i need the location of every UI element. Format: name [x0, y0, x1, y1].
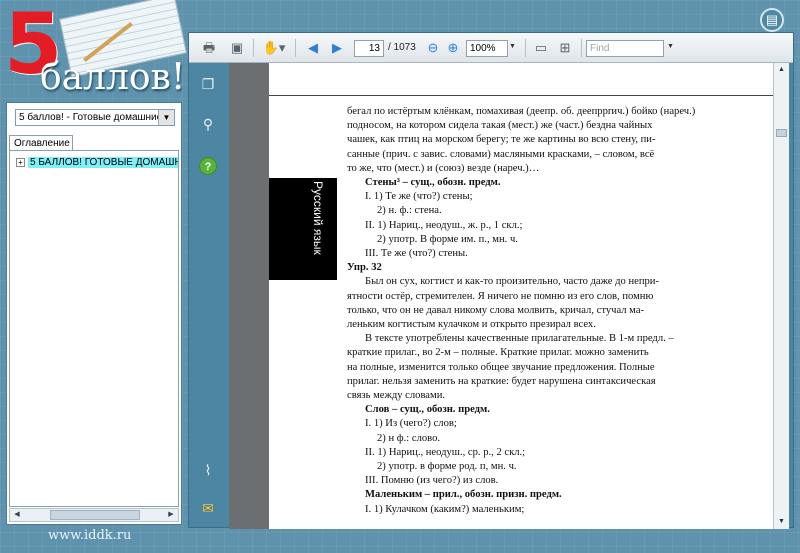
text-line: Упр. 32 [347, 262, 382, 274]
text-line: Слов – сущ., обозн. предм. [365, 404, 490, 416]
contents-tree: +5 БАЛЛОВ! ГОТОВЫЕ ДОМАШНИЕ З [9, 150, 179, 507]
binoculars-icon[interactable]: ⚲ [199, 115, 217, 133]
pages-icon[interactable]: ❐ [199, 75, 217, 93]
scroll-thumb[interactable] [50, 510, 140, 520]
page-divider [269, 95, 773, 96]
scroll-up-icon[interactable]: ▲ [774, 63, 789, 77]
tree-item-label[interactable]: 5 БАЛЛОВ! ГОТОВЫЕ ДОМАШНИЕ З [28, 157, 178, 168]
text-line: Был он сух, когтист и как-то произительн… [365, 276, 660, 288]
scroll-left-icon[interactable]: ◀ [10, 509, 24, 521]
text-line: 2) употр. в форме род. п, мн. ч. [377, 461, 517, 473]
scroll-thumb[interactable] [776, 129, 787, 137]
side-toolbar: ❐ ⚲ ? ⌇ ✉ [189, 63, 227, 529]
text-line: бегал по истёртым клёнкам, помахивая (де… [347, 106, 696, 117]
page-total: / 1073 [388, 42, 416, 53]
text-line: III. Помню (из чего?) из слов. [365, 475, 499, 487]
text-line: I. 1) Те же (что?) стены; [365, 191, 473, 203]
comments-icon[interactable]: ✉ [199, 499, 217, 517]
tab-contents[interactable]: Оглавление [9, 135, 73, 151]
logo: 5 баллов! [0, 0, 190, 100]
text-line: только, что он не давал никому слова мол… [347, 304, 645, 316]
text-line: 2) н. ф.: стена. [377, 205, 442, 217]
text-line: связь между словами. [347, 390, 446, 402]
printer-icon[interactable]: 🖶 [199, 39, 219, 57]
text-line: 2) употр. В форме им. п., мн. ч. [377, 233, 518, 245]
text-line: В тексте употреблены качественные прилаг… [365, 333, 674, 345]
zoom-out-icon[interactable]: ⊖ [423, 39, 443, 57]
fit-page-icon[interactable]: ⊞ [555, 39, 575, 57]
toolbar-divider [253, 39, 254, 57]
page-number-input[interactable]: 13 [354, 40, 384, 57]
text-line: чашек, как птиц на морском берегу; те же… [347, 134, 656, 146]
site-link[interactable]: www.iddk.ru [48, 528, 131, 543]
expand-icon[interactable]: + [16, 157, 25, 167]
text-line: краткие прилаг., во 2-м – полные. Кратки… [347, 347, 649, 359]
reader-toolbar: 🖶 ▣ ✋▾ ◀ ▶ 13 / 1073 ⊖ ⊕ 100% ▼ ▭ ⊞ Find… [189, 33, 793, 63]
text-line: подносом, на котором сидела такая (мест.… [347, 120, 653, 132]
text-line: I. 1) Из (чего?) слов; [365, 418, 457, 430]
text-line: то же, что (мест.) и (союз) везде (нареч… [347, 162, 540, 174]
vertical-scrollbar[interactable]: ▲ ▼ [773, 63, 789, 529]
logo-text: баллов! [40, 57, 186, 98]
toolbar-divider [525, 39, 526, 57]
arrow-left-icon[interactable]: ◀ [303, 39, 323, 57]
text-line: Стены³ – сущ., обозн. предм. [365, 177, 501, 189]
chevron-down-icon[interactable]: ▼ [509, 43, 516, 50]
page-text: бегал по истёртым клёнкам, помахивая (де… [347, 105, 721, 517]
help-icon[interactable]: ? [199, 157, 217, 175]
zoom-input[interactable]: 100% [466, 40, 508, 57]
text-line: II. 1) Нариц., неодуш., ж. р., 1 скл.; [365, 219, 523, 231]
chevron-down-icon[interactable]: ▼ [667, 43, 674, 50]
text-line: 2) н ф.: слово. [377, 432, 441, 444]
text-line: прилаг. нельзя заменить на краткие: буде… [347, 375, 656, 387]
scroll-down-icon[interactable]: ▼ [774, 515, 789, 529]
document-viewport[interactable]: Русский язык бегал по истёртым клёнкам, … [229, 63, 773, 529]
book-icon[interactable]: ▤ [760, 8, 784, 32]
fit-width-icon[interactable]: ▭ [531, 39, 551, 57]
text-line: санные (прич. с завис. словами) масляным… [347, 148, 655, 160]
save-icon[interactable]: ▣ [227, 39, 247, 57]
text-line: ятности остёр, стремителен. Я ничего не … [347, 290, 654, 302]
text-line: I. 1) Кулачком (каким?) маленьким; [365, 503, 525, 515]
book-select[interactable]: 5 баллов! - Готовые домашние за ▼ [15, 109, 175, 126]
section-tab-label: Русский язык [311, 181, 325, 255]
text-line: Маленьким – прил., обозн. призн. предм. [365, 489, 562, 501]
paperclip-icon[interactable]: ⌇ [199, 461, 217, 479]
toolbar-divider [581, 39, 582, 57]
arrow-right-icon[interactable]: ▶ [327, 39, 347, 57]
text-line: III. Те же (что?) стены. [365, 248, 468, 260]
toolbar-divider [295, 39, 296, 57]
tree-item[interactable]: +5 БАЛЛОВ! ГОТОВЫЕ ДОМАШНИЕ З [16, 157, 178, 170]
navigation-panel: 5 баллов! - Готовые домашние за ▼ Оглавл… [6, 102, 182, 525]
scroll-right-icon[interactable]: ▶ [164, 509, 178, 521]
hand-tool-icon[interactable]: ✋▾ [261, 39, 287, 57]
horizontal-scrollbar[interactable]: ◀ ▶ [9, 508, 179, 522]
text-line: на полные, изменится только общее звучан… [347, 361, 655, 373]
find-input[interactable]: Find [586, 40, 664, 57]
document-reader: 🖶 ▣ ✋▾ ◀ ▶ 13 / 1073 ⊖ ⊕ 100% ▼ ▭ ⊞ Find… [188, 32, 794, 529]
text-line: II. 1) Нариц., неодуш., ср. р., 2 скл.; [365, 446, 526, 458]
chevron-down-icon[interactable]: ▼ [158, 110, 174, 125]
zoom-in-icon[interactable]: ⊕ [443, 39, 463, 57]
book-select-value: 5 баллов! - Готовые домашние за [19, 112, 175, 123]
text-line: леньким когтистым кулачком и открыто пре… [347, 319, 596, 331]
